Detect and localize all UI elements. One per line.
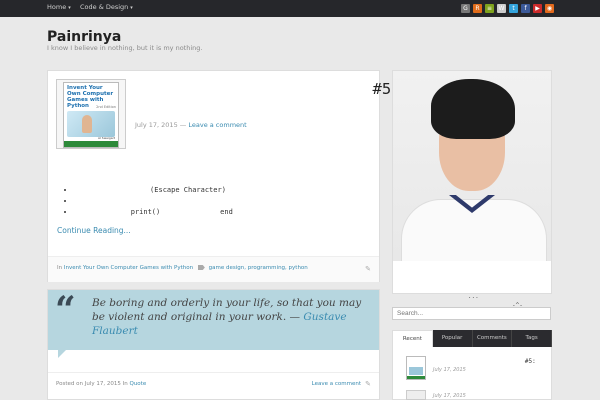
social-links: G R ≡ Wt f ▶ ◉ [461, 4, 554, 13]
leave-comment-link[interactable]: Leave a comment [188, 121, 246, 129]
post-title-line1: ᅟᅟᅟᅟᅟᅟᅟᅟᅟᅟᅟᅟᅟᅟᅟᅟ #5: [135, 80, 401, 98]
quote-box: “ Be boring and orderly in your life, so… [48, 290, 379, 350]
post-title[interactable]: ᅟᅟᅟᅟᅟᅟᅟᅟᅟᅟᅟᅟᅟᅟᅟᅟ #5: ᅟᅟᅟᅟᅟᅟᅟᅟ [135, 79, 401, 119]
quote-text: Be boring and orderly in your life, so t… [92, 296, 374, 338]
tags-links[interactable]: game design, programming, python [209, 265, 308, 271]
book-edition: 2nd Edition [96, 105, 116, 109]
recent-post-thumbnail[interactable] [406, 390, 426, 400]
github-icon[interactable]: G [461, 4, 470, 13]
quote-post-card: “ Be boring and orderly in your life, so… [47, 289, 380, 400]
category-link[interactable]: Invent Your Own Computer Games with Pyth… [64, 265, 193, 271]
tag-icon [197, 265, 205, 270]
recent-post-date: July 17, 2015 [433, 367, 466, 373]
tab-recent[interactable]: Recent [392, 330, 433, 347]
book-figure [82, 115, 92, 133]
wordpress-icon[interactable]: W [497, 4, 506, 13]
caret-down-icon: ▾ [130, 5, 133, 11]
nav-item-home[interactable]: Home ▾ [47, 3, 71, 11]
youtube-icon[interactable]: ▶ [533, 4, 542, 13]
profile-widget: ᅟᅟᅟᅟᅟᅟᅟᅟᅟᅟ ᅟᅟᅟᅟ ᅟᅟᅟᅟᅟᅟᅟᅟᅟᅟᅟᅟᅟᅟ ᅟᅟᅟᅟᅟᅟᅟᅟ … [392, 70, 552, 309]
book-author: Al Sweigart [97, 136, 115, 140]
quote-tail [58, 350, 66, 358]
post-title-line2: ᅟᅟᅟᅟᅟᅟᅟᅟ [135, 100, 250, 118]
in-label: In [122, 381, 128, 387]
category-link[interactable]: Quote [129, 381, 146, 387]
quote-mark-icon: “ [55, 289, 76, 331]
post-date: July 17, 2015 [84, 381, 121, 387]
sidebar-tabs: Recent Popular Comments Tags [392, 330, 552, 347]
recent-post-thumbnail[interactable] [406, 356, 426, 380]
edit-pencil-icon[interactable]: ✎ [365, 380, 371, 388]
post-date: July 17, 2015 [135, 121, 178, 129]
recent-post-title[interactable]: ᅟᅟᅟᅟᅟᅟᅟᅟᅟᅟᅟᅟᅟᅟᅟᅟ #5: ᅟᅟᅟᅟᅟᅟᅟᅟ [433, 356, 584, 365]
facebook-icon[interactable]: f [521, 4, 530, 13]
site-description: I know I believe in nothing, but it is m… [47, 44, 203, 52]
recent-posts-panel: ᅟᅟᅟᅟᅟᅟᅟᅟᅟᅟᅟᅟᅟᅟᅟᅟ #5: ᅟᅟᅟᅟᅟᅟᅟᅟ July 17, 2… [392, 347, 584, 400]
post-thumbnail[interactable]: Invent Your Own Computer Games with Pyth… [56, 79, 126, 149]
leave-comment-link[interactable]: Leave a comment [312, 381, 361, 387]
posted-on-label: Posted on [56, 381, 83, 387]
post-taxonomy: In Invent Your Own Computer Games with P… [57, 265, 308, 271]
reddit-icon[interactable]: R [473, 4, 482, 13]
book-cover: Invent Your Own Computer Games with Pyth… [63, 82, 119, 148]
photo-hair [431, 79, 515, 139]
meta-separator: — [179, 121, 187, 129]
nav-item-home-label: Home [47, 3, 67, 11]
nav-item-code-design[interactable]: Code & Design ▾ [80, 3, 133, 11]
feed-icon[interactable]: ≡ [485, 4, 494, 13]
post-meta: Posted on July 17, 2015 In Quote [56, 381, 146, 387]
recent-post-date: July 17, 2015 [433, 393, 466, 399]
rss-icon[interactable]: ◉ [545, 4, 554, 13]
post-footer: Posted on July 17, 2015 In Quote Leave a… [48, 372, 379, 400]
list-item: ᅟᅟᅟᅟᅟᅟᅟᅟᅟᅟᅟᅟᅟᅟᅟᅟᅟᅟᅟᅟᅟ ᅟᅟᅟᅟᅟᅟ [75, 196, 340, 207]
nav-item-code-design-label: Code & Design [80, 3, 129, 11]
profile-bio: ᅟᅟᅟᅟᅟᅟᅟᅟᅟᅟ ᅟᅟᅟᅟ ᅟᅟᅟᅟᅟᅟᅟᅟᅟᅟᅟᅟᅟᅟ ᅟᅟᅟᅟᅟᅟᅟᅟ … [398, 266, 531, 309]
post-footer: In Invent Your Own Computer Games with P… [48, 256, 379, 282]
excerpt-list: ᅟᅟᅟᅟᅟᅟᅟᅟᅟᅟᅟ (Escape Character) ᅟᅟᅟᅟᅟᅟᅟᅟᅟ… [75, 185, 340, 218]
book-bar [64, 141, 118, 147]
post-card: Invent Your Own Computer Games with Pyth… [47, 70, 401, 282]
search-input[interactable] [392, 307, 551, 320]
twitter-icon[interactable]: t [509, 4, 518, 13]
edit-pencil-icon[interactable]: ✎ [365, 265, 371, 273]
list-item: ᅟᅟᅟᅟᅟᅟᅟᅟᅟᅟᅟ (Escape Character) [75, 185, 340, 196]
caret-down-icon: ▾ [68, 5, 71, 11]
continue-reading-link[interactable]: Continue Reading... [57, 226, 131, 235]
tab-popular[interactable]: Popular [432, 330, 473, 347]
tab-comments[interactable]: Comments [472, 330, 513, 347]
post-meta: July 17, 2015 — Leave a comment [135, 121, 247, 129]
tab-tags[interactable]: Tags [512, 330, 552, 347]
list-item: ᅟᅟᅟᅟᅟᅟᅟᅟ print() ᅟᅟᅟᅟᅟᅟᅟᅟ end ᅟᅟᅟᅟᅟᅟᅟᅟᅟᅟ… [75, 207, 340, 218]
site-title[interactable]: Painrinya [47, 29, 121, 45]
excerpt-heading: ᅟᅟᅟᅟᅟᅟᅟᅟᅟᅟᅟᅟ [57, 173, 168, 184]
profile-photo [393, 71, 551, 261]
in-label: In [57, 265, 63, 271]
top-navigation-bar: Home ▾ Code & Design ▾ G R ≡ Wt f ▶ ◉ [0, 0, 600, 17]
